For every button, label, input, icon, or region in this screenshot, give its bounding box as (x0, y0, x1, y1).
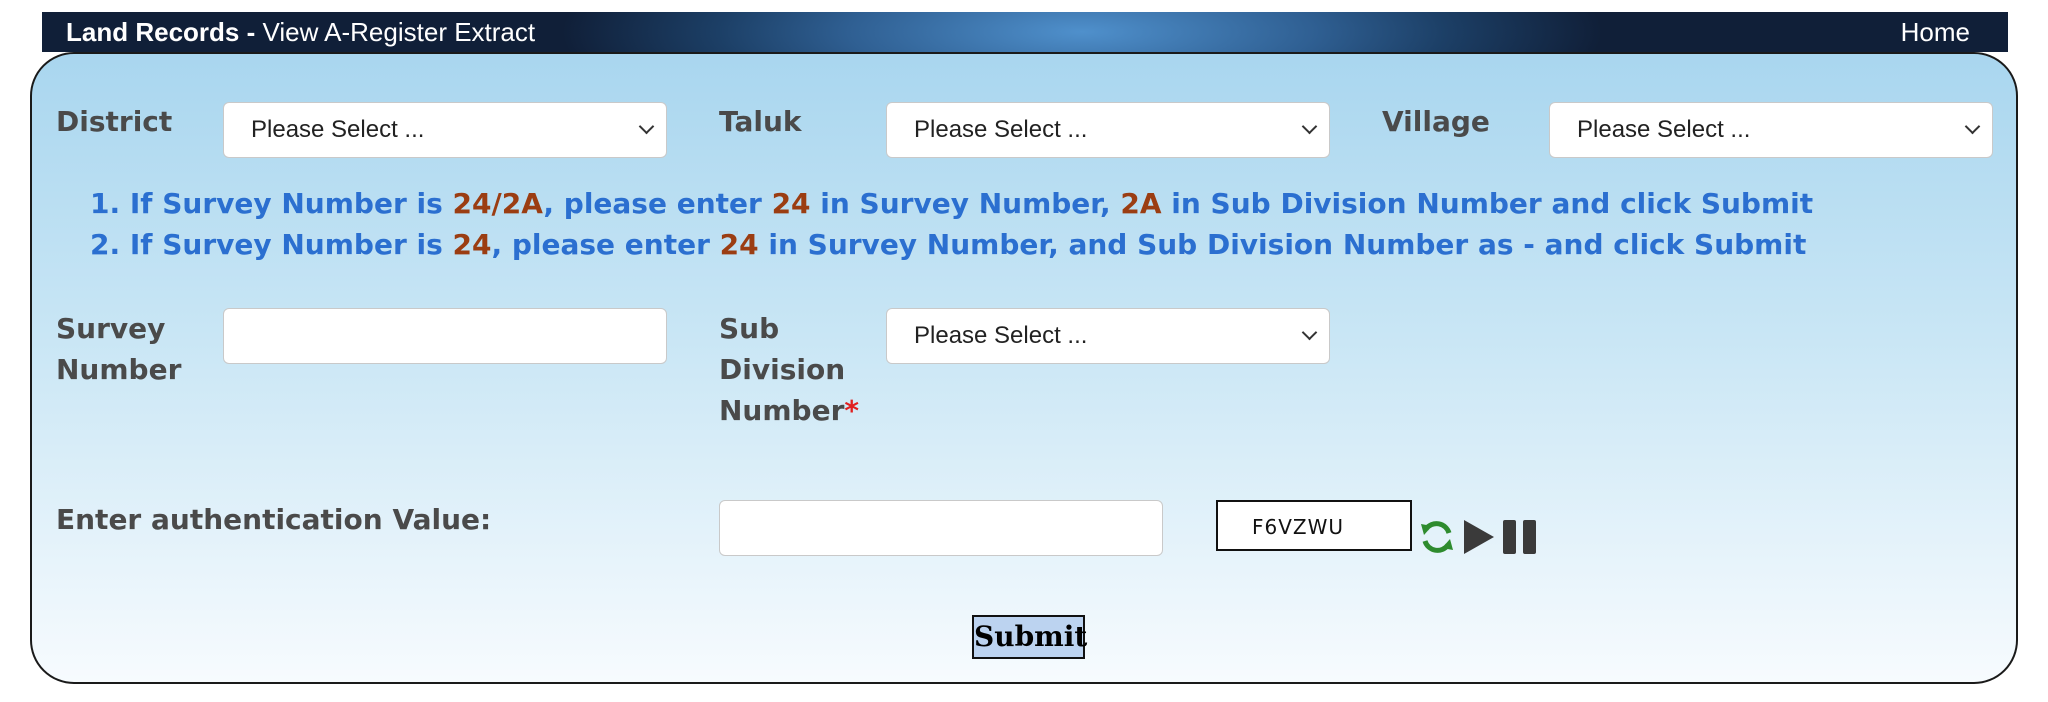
instruction-line-1: 1. If Survey Number is 24/2A, please ent… (90, 187, 1813, 220)
refresh-icon[interactable] (1418, 518, 1456, 556)
instruction-text: , please enter (543, 187, 772, 220)
survey-number-label: Survey Number (56, 308, 181, 390)
district-label: District (56, 105, 173, 138)
label-line: Division (719, 353, 846, 386)
survey-number-input[interactable] (223, 308, 667, 364)
title-rest: View A-Register Extract (262, 17, 536, 47)
village-select[interactable]: Please Select ... (1549, 102, 1993, 158)
instruction-highlight: 24 (452, 228, 492, 261)
taluk-label: Taluk (719, 105, 802, 138)
captcha-text: F6VZWU (1252, 515, 1345, 539)
page-title: Land Records - View A-Register Extract (66, 17, 535, 48)
instruction-highlight: 2A (1120, 187, 1162, 220)
chevron-down-icon (1964, 118, 1981, 135)
label-line: Number* (719, 390, 859, 431)
auth-label: Enter authentication Value: (56, 503, 492, 536)
instruction-text: 2. If Survey Number is (90, 228, 453, 261)
auth-input[interactable] (719, 500, 1163, 556)
sub-division-select-value: Please Select ... (914, 322, 1088, 349)
pause-icon[interactable] (1501, 518, 1539, 556)
instruction-text: 1. If Survey Number is (90, 187, 453, 220)
chevron-down-icon (1301, 324, 1318, 341)
required-mark: * (844, 394, 860, 427)
instruction-highlight: 24 (771, 187, 811, 220)
title-bold: Land Records - (66, 17, 263, 47)
header-bar: Land Records - View A-Register Extract H… (42, 12, 2008, 52)
label-text: Number (719, 394, 845, 427)
instruction-highlight: 24/2A (452, 187, 544, 220)
captcha-image: F6VZWU (1216, 500, 1412, 551)
village-select-value: Please Select ... (1577, 116, 1751, 143)
district-select-value: Please Select ... (251, 116, 425, 143)
play-icon[interactable] (1462, 518, 1496, 556)
taluk-select-value: Please Select ... (914, 116, 1088, 143)
sub-division-select[interactable]: Please Select ... (886, 308, 1330, 364)
label-line: Sub (719, 312, 780, 345)
label-line: Number (56, 353, 182, 386)
home-link[interactable]: Home (1901, 17, 1970, 48)
label-line: Survey (56, 312, 166, 345)
instruction-text: in Survey Number, and Sub Division Numbe… (758, 228, 1807, 261)
instruction-line-2: 2. If Survey Number is 24, please enter … (90, 228, 1806, 261)
sub-division-label: Sub Division Number* (719, 308, 859, 431)
chevron-down-icon (638, 118, 655, 135)
taluk-select[interactable]: Please Select ... (886, 102, 1330, 158)
instruction-text: in Sub Division Number and click Submit (1161, 187, 1814, 220)
district-select[interactable]: Please Select ... (223, 102, 667, 158)
village-label: Village (1382, 105, 1490, 138)
submit-button[interactable]: Submit (972, 615, 1087, 659)
chevron-down-icon (1301, 118, 1318, 135)
instruction-text: , please enter (491, 228, 720, 261)
instruction-highlight: 24 (719, 228, 759, 261)
instruction-text: in Survey Number, (810, 187, 1121, 220)
